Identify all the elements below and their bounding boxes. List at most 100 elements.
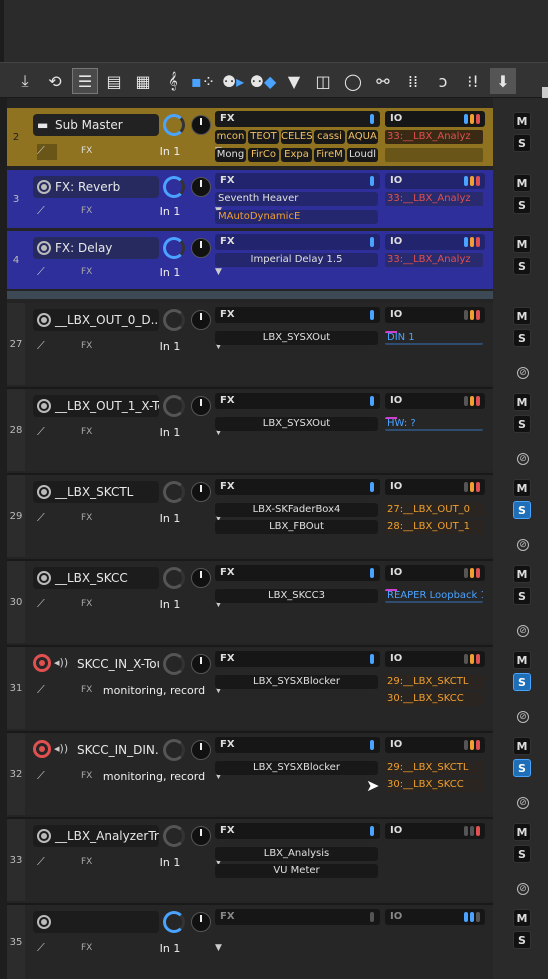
envelope-icon[interactable]: ⟋ <box>37 144 57 160</box>
pan-knob[interactable] <box>191 912 211 932</box>
envelope-icon[interactable]: ⟋ <box>37 855 57 871</box>
fx-header[interactable]: FX <box>215 909 380 925</box>
fx-bypass-icon[interactable]: ⚉ ◆ <box>250 68 277 94</box>
record-arm-icon[interactable] <box>33 654 51 672</box>
io-header[interactable]: IO <box>385 234 485 250</box>
record-arm-icon[interactable] <box>37 399 51 413</box>
input-selector[interactable]: In 1 <box>115 512 225 525</box>
phase-icon[interactable]: ⊘ <box>517 883 529 895</box>
track-name[interactable]: __LBX_SKCTL <box>33 481 159 503</box>
io-route[interactable]: 27:__LBX_OUT_0 <box>385 503 483 517</box>
track-row[interactable]: 28 __LBX_OUT_1_X-To ⟋ FX In 1 ▼ FX LBX_S… <box>7 389 493 471</box>
track-name[interactable]: FX: Delay <box>33 237 159 259</box>
input-selector[interactable]: monitoring, record <box>89 684 219 697</box>
mute-button[interactable]: M <box>513 909 531 927</box>
pan-knob[interactable] <box>191 826 211 846</box>
io-route[interactable]: 29:__LBX_SKCTL <box>385 675 483 689</box>
phase-icon[interactable]: ⊘ <box>517 453 529 465</box>
fx-chip[interactable]: FireM <box>314 148 345 162</box>
pan-knob[interactable] <box>191 654 211 674</box>
pan-knob[interactable] <box>191 238 211 258</box>
envelope-icon[interactable]: ⟋ <box>37 941 57 957</box>
fx-chip[interactable]: Loudl <box>347 148 378 162</box>
track-name[interactable]: FX: Reverb <box>33 176 159 198</box>
mute-button[interactable]: M <box>513 235 531 253</box>
track-row[interactable]: 33 __LBX_AnalyzerTra ⟋ FX In 1 ▼ FX LBX_… <box>7 819 493 901</box>
io-route[interactable]: 29:__LBX_SKCTL <box>385 761 483 775</box>
refresh-icon[interactable]: ⟲ <box>42 68 68 94</box>
io-header[interactable]: IO <box>385 651 485 667</box>
volume-knob[interactable] <box>163 309 185 331</box>
volume-knob[interactable] <box>163 911 185 933</box>
mute-button[interactable]: M <box>513 823 531 841</box>
solo-button[interactable]: S <box>513 415 531 433</box>
track-name[interactable]: ◂))SKCC_IN_DIN..1 <box>33 739 159 761</box>
fx-enable-icon[interactable] <box>370 396 374 406</box>
volume-knob[interactable] <box>163 237 185 259</box>
record-arm-icon[interactable] <box>33 740 51 758</box>
solo-button[interactable]: S <box>513 196 531 214</box>
fx-enable-icon[interactable] <box>370 176 374 186</box>
record-arm-icon[interactable] <box>37 180 51 194</box>
solo-button[interactable]: S <box>513 759 531 777</box>
track-name[interactable]: __LBX_AnalyzerTra <box>33 825 159 847</box>
io-route[interactable]: 33:__LBX_Analyz <box>385 253 483 267</box>
track-name[interactable]: ▬ Sub Master <box>33 114 159 136</box>
input-selector[interactable]: In 1 <box>115 598 225 611</box>
io-header[interactable]: IO <box>385 393 485 409</box>
track-name[interactable]: __LBX_OUT_1_X-To <box>33 395 159 417</box>
io-header[interactable]: IO <box>385 111 485 127</box>
io-route[interactable]: 30:__LBX_SKCC <box>385 778 483 792</box>
input-selector[interactable]: In 1 <box>115 856 225 869</box>
input-selector[interactable]: In 1 <box>115 205 225 218</box>
volume-knob[interactable] <box>163 481 185 503</box>
input-selector[interactable]: In 1 <box>115 426 225 439</box>
input-selector[interactable]: In 1 <box>115 340 225 353</box>
io-hardware-output[interactable]: REAPER Loopback 1 <box>385 589 483 603</box>
record-arm-icon[interactable] <box>37 485 51 499</box>
record-arm-icon[interactable] <box>37 313 51 327</box>
fx-chip[interactable]: TEOT <box>248 130 279 144</box>
volume-knob[interactable] <box>163 114 185 136</box>
envelope-icon[interactable]: ⟋ <box>37 265 57 281</box>
io-header[interactable]: IO <box>385 307 485 323</box>
search-icon[interactable]: ◯ <box>340 68 366 94</box>
phase-icon[interactable]: ⊘ <box>517 625 529 637</box>
fx-chip[interactable]: FirCo <box>248 148 279 162</box>
io-route[interactable]: 33:__LBX_Analyz <box>385 192 483 206</box>
fx-header[interactable]: FX <box>215 111 380 127</box>
envelope-icon[interactable]: ⟋ <box>37 425 57 441</box>
fx-header[interactable]: FX <box>215 234 380 250</box>
fx-enable-icon[interactable] <box>370 568 374 578</box>
monitor-icon[interactable]: ◂)) <box>54 656 68 669</box>
track-row[interactable]: 3 FX: Reverb ⟋ FX In 1 ▼ FX Seventh Heav… <box>7 170 493 228</box>
volume-knob[interactable] <box>163 567 185 589</box>
input-selector[interactable]: In 1 <box>115 942 225 955</box>
pan-knob[interactable] <box>191 396 211 416</box>
fx-add-icon[interactable]: ⚉ ▸ <box>220 68 246 94</box>
mute-button[interactable]: M <box>513 651 531 669</box>
track-row[interactable]: 2 ▬Sub Master ⟋ FX In 1 ▼ FX mcon TEOT C… <box>7 108 493 166</box>
fx-header[interactable]: FX <box>215 307 380 323</box>
mute-button[interactable]: M <box>513 565 531 583</box>
envelope-icon[interactable]: ⟋ <box>37 339 57 355</box>
routing-icon[interactable]: ⚯ <box>370 68 396 94</box>
envelope-icon[interactable]: ⟋ <box>37 204 57 220</box>
filter-icon[interactable]: ▼ <box>281 68 307 94</box>
fx-enable-icon[interactable] <box>370 912 374 922</box>
mute-button[interactable]: M <box>513 112 531 130</box>
envelope-icon[interactable]: ⟋ <box>37 597 57 613</box>
pan-knob[interactable] <box>191 310 211 330</box>
footprints-icon[interactable]: ⁝! <box>460 68 486 94</box>
track-row[interactable]: 30 __LBX_SKCC ⟋ FX In 1 ▼ FX LBX_SKCC3 I… <box>7 561 493 643</box>
fx-chip[interactable]: cassi <box>314 130 345 144</box>
fx-chip[interactable]: CELES <box>281 130 312 144</box>
fx-enable-icon[interactable] <box>370 826 374 836</box>
volume-knob[interactable] <box>163 653 185 675</box>
fx-item[interactable]: LBX_SYSXBlocker <box>215 761 378 775</box>
fx-item[interactable]: LBX-SKFaderBox4 <box>215 503 378 517</box>
envelope-icon[interactable]: ⟋ <box>37 769 57 785</box>
input-selector[interactable]: In 1 <box>115 266 225 279</box>
fx-enable-icon[interactable] <box>370 237 374 247</box>
solo-button[interactable]: S <box>513 257 531 275</box>
